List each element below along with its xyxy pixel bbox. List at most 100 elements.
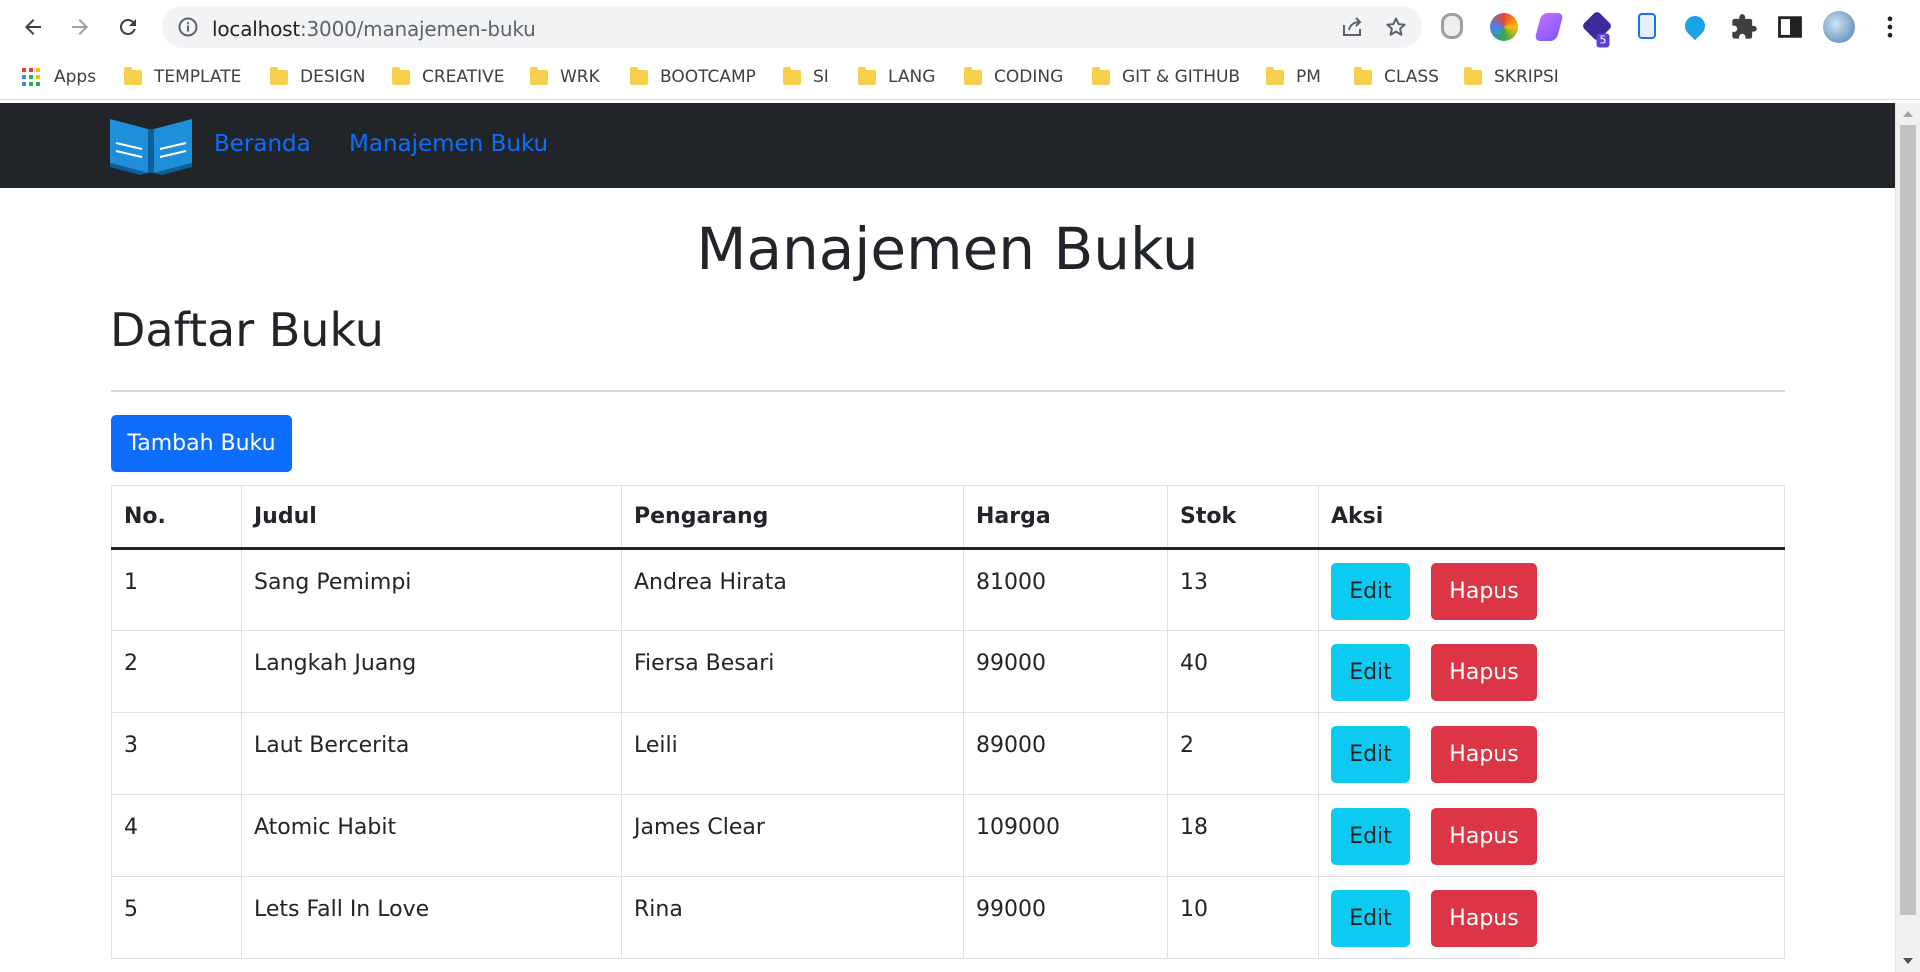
- table-row: 3 Laut Bercerita Leili 89000 2 Edit Hapus: [111, 712, 1785, 795]
- cell-pengarang: James Clear: [621, 794, 964, 877]
- section-title: Daftar Buku: [110, 303, 384, 357]
- url-path: :3000/manajemen-buku: [299, 17, 536, 41]
- edit-button[interactable]: Edit: [1331, 563, 1410, 620]
- delete-button[interactable]: Hapus: [1431, 890, 1537, 947]
- cell-aksi: Edit Hapus: [1318, 794, 1785, 877]
- cell-aksi: Edit Hapus: [1318, 876, 1785, 959]
- cell-pengarang: Andrea Hirata: [621, 548, 964, 631]
- bookmark-label: DESIGN: [300, 67, 366, 87]
- nav-link-beranda[interactable]: Beranda: [214, 131, 311, 157]
- url-host: localhost: [212, 17, 300, 41]
- delete-button[interactable]: Hapus: [1431, 644, 1537, 701]
- extension-pen-icon[interactable]: [1534, 13, 1564, 41]
- delete-button[interactable]: Hapus: [1431, 726, 1537, 783]
- cell-pengarang: Rina: [621, 876, 964, 959]
- folder-icon: [530, 66, 548, 85]
- edit-button[interactable]: Edit: [1331, 890, 1410, 947]
- cell-harga: 99000: [963, 876, 1168, 959]
- apps-grid-icon: [22, 68, 40, 86]
- extension-graduation-icon[interactable]: 5: [1581, 10, 1613, 48]
- cell-pengarang: Leili: [621, 712, 964, 795]
- bookmark-star-icon[interactable]: [1384, 15, 1408, 39]
- cell-pengarang: Fiersa Besari: [621, 630, 964, 713]
- address-bar[interactable]: localhost:3000/manajemen-buku: [162, 6, 1422, 48]
- bookmark-label: WRK: [560, 67, 600, 87]
- arrow-right-icon: [72, 19, 88, 35]
- browser-toolbar: localhost:3000/manajemen-buku 5: [0, 0, 1920, 54]
- column-header-pengarang: Pengarang: [621, 485, 964, 550]
- cell-judul: Laut Bercerita: [241, 712, 622, 795]
- more-menu-icon[interactable]: [1876, 13, 1904, 41]
- forward-button[interactable]: [61, 8, 99, 46]
- book-logo-icon[interactable]: [110, 115, 192, 175]
- bookmark-folder[interactable]: BOOTCAMP: [630, 64, 756, 90]
- cell-harga: 99000: [963, 630, 1168, 713]
- cell-stok: 13: [1167, 548, 1319, 631]
- share-icon[interactable]: [1340, 15, 1364, 39]
- folder-icon: [1092, 66, 1110, 85]
- extension-dropper-icon[interactable]: [1441, 13, 1463, 39]
- divider: [111, 390, 1785, 392]
- bookmark-folder[interactable]: WRK: [530, 64, 600, 90]
- bookmark-folder[interactable]: CODING: [964, 64, 1063, 90]
- bookmark-folder[interactable]: DESIGN: [270, 64, 366, 90]
- folder-icon: [783, 66, 801, 85]
- add-book-button[interactable]: Tambah Buku: [111, 415, 292, 472]
- cell-harga: 81000: [963, 548, 1168, 631]
- bookmark-folder[interactable]: LANG: [858, 64, 935, 90]
- cell-aksi: Edit Hapus: [1318, 712, 1785, 795]
- bookmark-folder[interactable]: TEMPLATE: [124, 64, 241, 90]
- extension-badge: 5: [1596, 33, 1610, 48]
- url-text: localhost:3000/manajemen-buku: [212, 17, 536, 41]
- bookmark-folder[interactable]: GIT & GITHUB: [1092, 64, 1240, 90]
- cell-aksi: Edit Hapus: [1318, 630, 1785, 713]
- bookmark-label: CREATIVE: [422, 67, 505, 87]
- bookmark-label: CLASS: [1384, 67, 1439, 87]
- bookmark-label: GIT & GITHUB: [1122, 67, 1241, 87]
- scrollbar-thumb[interactable]: [1900, 125, 1916, 915]
- delete-button[interactable]: Hapus: [1431, 563, 1537, 620]
- cell-judul: Atomic Habit: [241, 794, 622, 877]
- nav-link-manajemen-buku[interactable]: Manajemen Buku: [349, 131, 548, 157]
- profile-avatar[interactable]: [1823, 11, 1855, 43]
- side-panel-icon[interactable]: [1776, 13, 1804, 41]
- bookmark-folder[interactable]: SKRIPSI: [1464, 64, 1559, 90]
- cell-stok: 40: [1167, 630, 1319, 713]
- bookmark-folder[interactable]: SI: [783, 64, 829, 90]
- back-button[interactable]: [14, 8, 52, 46]
- edit-button[interactable]: Edit: [1331, 808, 1410, 865]
- bookmark-label: SKRIPSI: [1494, 67, 1559, 87]
- edit-button[interactable]: Edit: [1331, 726, 1410, 783]
- bookmark-folder[interactable]: CLASS: [1354, 64, 1439, 90]
- cell-no: 4: [111, 794, 242, 877]
- page-title: Manajemen Buku: [696, 215, 1199, 283]
- extensions-puzzle-icon[interactable]: [1730, 13, 1758, 41]
- info-icon[interactable]: [176, 15, 200, 39]
- table-row: 2 Langkah Juang Fiersa Besari 99000 40 E…: [111, 630, 1785, 713]
- scroll-down-arrow-icon[interactable]: [1903, 958, 1913, 964]
- bookmark-apps[interactable]: Apps: [22, 64, 96, 90]
- bookmark-label: CODING: [994, 67, 1064, 87]
- folder-icon: [1464, 66, 1482, 85]
- folder-icon: [858, 66, 876, 85]
- extension-t-icon[interactable]: [1490, 13, 1518, 41]
- bookmark-folder[interactable]: PM: [1266, 64, 1321, 90]
- delete-button[interactable]: Hapus: [1431, 808, 1537, 865]
- page-scrollbar[interactable]: [1895, 103, 1920, 972]
- folder-icon: [964, 66, 982, 85]
- extension-phone-icon[interactable]: [1638, 13, 1656, 39]
- bookmark-label: LANG: [888, 67, 936, 87]
- column-header-judul: Judul: [241, 485, 622, 550]
- reload-button[interactable]: [109, 8, 147, 46]
- scroll-up-arrow-icon[interactable]: [1903, 111, 1913, 117]
- browser-chrome: localhost:3000/manajemen-buku 5 Apps TEM…: [0, 0, 1920, 103]
- column-header-harga: Harga: [963, 485, 1168, 550]
- cell-no: 1: [111, 548, 242, 631]
- folder-icon: [630, 66, 648, 85]
- cell-judul: Lets Fall In Love: [241, 876, 622, 959]
- books-table: No. Judul Pengarang Harga Stok Aksi 1 Sa…: [111, 485, 1785, 959]
- extension-drop-icon[interactable]: [1680, 11, 1710, 41]
- edit-button[interactable]: Edit: [1331, 644, 1410, 701]
- bookmark-folder[interactable]: CREATIVE: [392, 64, 505, 90]
- reload-icon: [119, 18, 136, 35]
